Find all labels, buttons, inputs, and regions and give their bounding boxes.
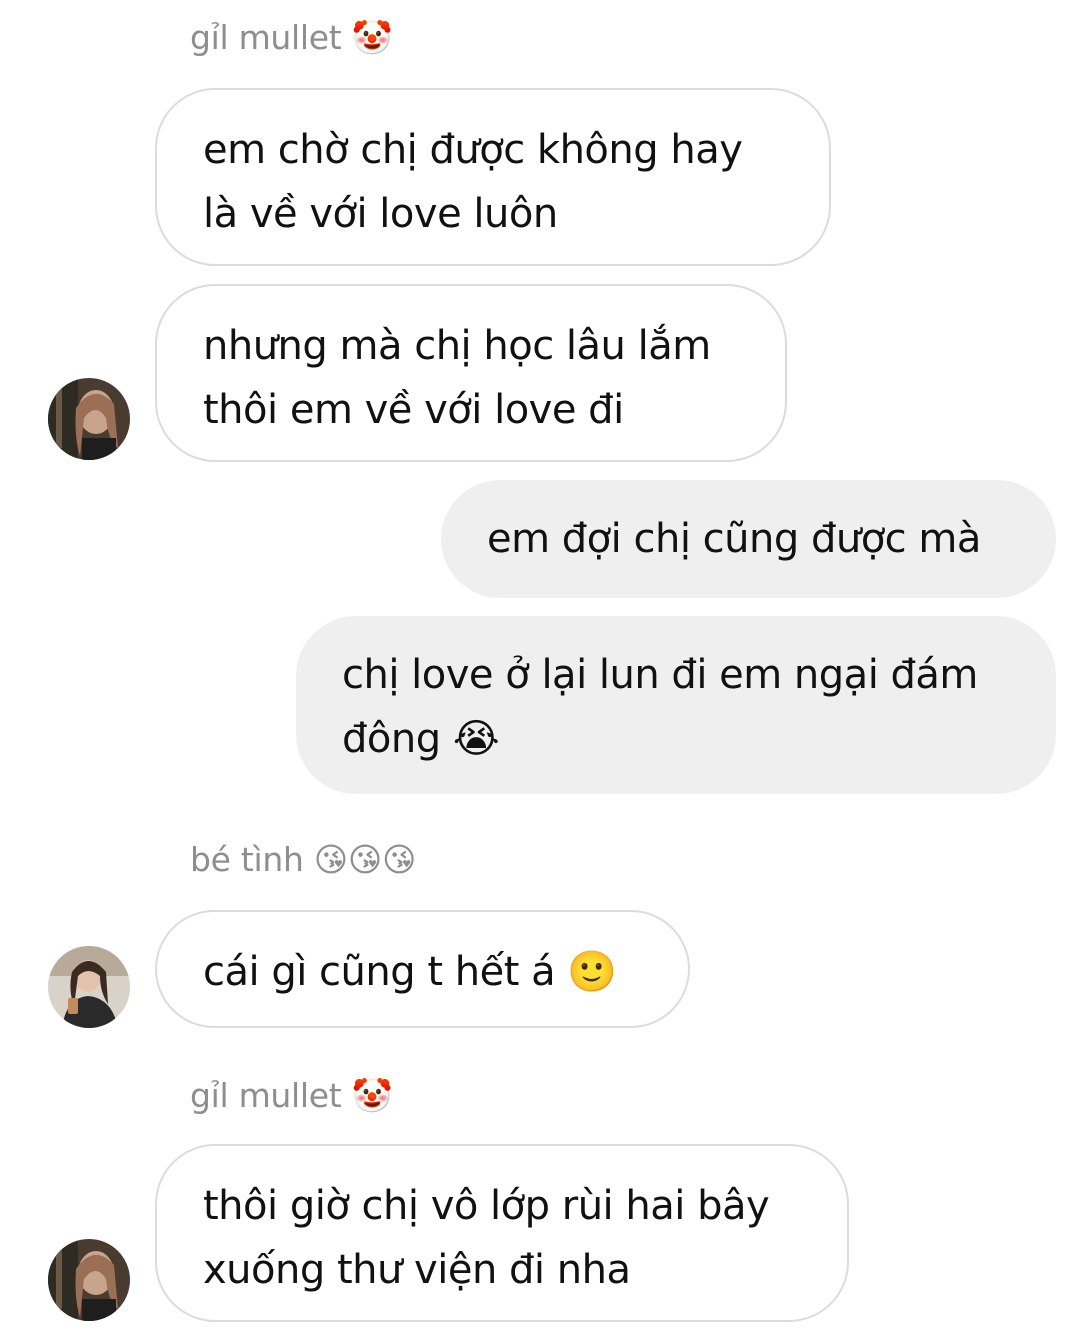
message-bubble-outgoing[interactable]: chị love ở lại lun đi em ngại đám đông 😭 xyxy=(296,616,1056,794)
avatar-image xyxy=(48,1239,130,1321)
message-bubble-incoming[interactable]: em chờ chị được không hay là về với love… xyxy=(155,88,831,266)
message-bubble-outgoing[interactable]: em đợi chị cũng được mà xyxy=(441,480,1056,598)
avatar-gil-mullet[interactable] xyxy=(48,1239,130,1321)
message-bubble-incoming[interactable]: thôi giờ chị vô lớp rùi hai bây xuống th… xyxy=(155,1144,849,1322)
avatar-image xyxy=(48,378,130,460)
avatar-image xyxy=(48,946,130,1028)
avatar-be-tinh[interactable] xyxy=(48,946,130,1028)
sender-name-be-tinh: bé tình 😘😘😘 xyxy=(190,840,417,879)
sender-name-gil-mullet: gỉl mullet 🤡 xyxy=(190,18,393,57)
sender-name-gil-mullet: gỉl mullet 🤡 xyxy=(190,1076,393,1115)
message-bubble-incoming[interactable]: cái gì cũng t hết á 🙂 xyxy=(155,910,690,1028)
avatar-gil-mullet[interactable] xyxy=(48,378,130,460)
message-bubble-incoming[interactable]: nhưng mà chị học lâu lắm thôi em về với … xyxy=(155,284,787,462)
